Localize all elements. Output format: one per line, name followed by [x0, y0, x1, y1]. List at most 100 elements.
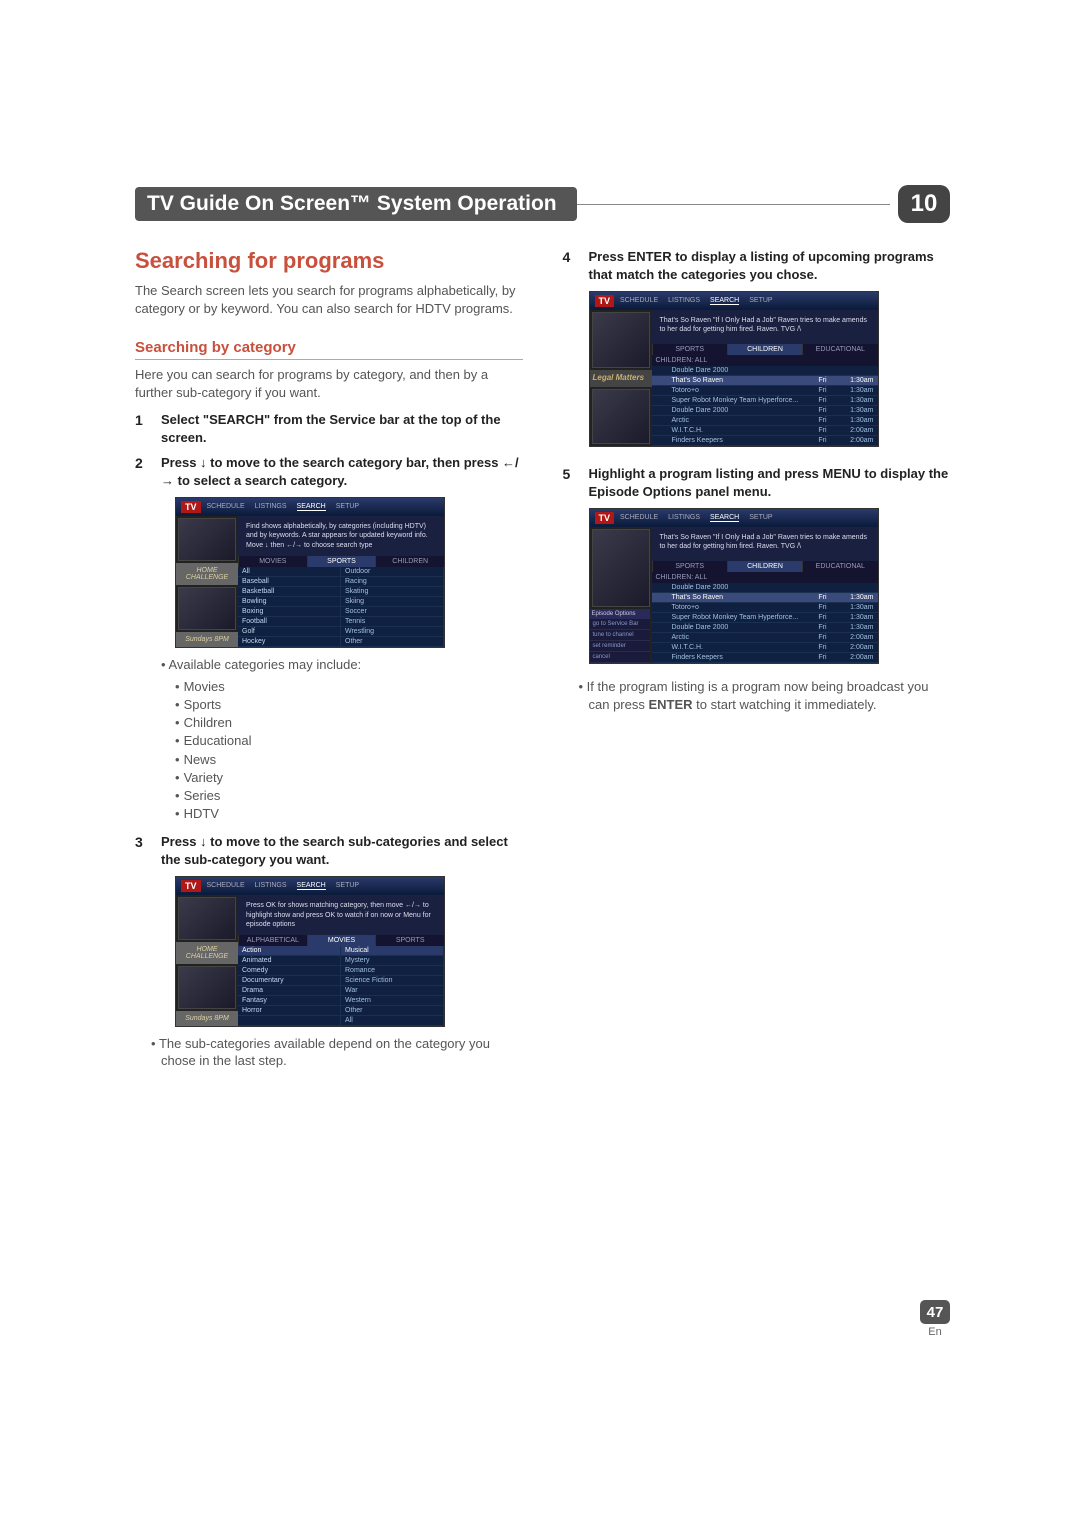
epop-item: go to Service Bar: [590, 619, 650, 630]
section-intro: The Search screen lets you search for pr…: [135, 282, 523, 317]
cell: All: [238, 567, 341, 576]
tab-schedule: SCHEDULE: [620, 297, 658, 305]
tab-setup: SETUP: [749, 514, 772, 522]
cat-children: CHILDREN: [727, 344, 802, 355]
promo-home-challenge: HOME CHALLENGE: [176, 563, 238, 585]
epop-item: cancel: [590, 652, 650, 663]
cell: Romance: [341, 966, 444, 975]
cat-sports: SPORTS: [307, 556, 376, 567]
step-5: Highlight a program listing and press ME…: [563, 465, 951, 500]
promo-thumb-2: [178, 587, 236, 630]
cat-item: Variety: [175, 769, 523, 787]
cat-children: CHILDREN: [375, 556, 444, 567]
cat-movies: MOVIES: [307, 935, 376, 946]
chapter-number-badge: 10: [898, 185, 950, 223]
cat-sports: SPORTS: [375, 935, 444, 946]
note-text-c: to start watching it immediately.: [693, 697, 877, 712]
step-2-text-a: Press: [161, 455, 200, 470]
list-header: CHILDREN: ALL: [652, 355, 878, 366]
page-number: 47: [920, 1300, 950, 1324]
cat-item: HDTV: [175, 805, 523, 823]
page-number-block: 47 En: [920, 1300, 950, 1338]
tab-listings: LISTINGS: [255, 882, 287, 890]
program-list: Double Dare 2000That's So RavenFri1:30am…: [652, 366, 878, 446]
cat-item: Educational: [175, 732, 523, 750]
step-3-text-a: Press: [161, 834, 200, 849]
cell: War: [341, 986, 444, 995]
info-panel: That's So Raven "If I Only Had a Job" Ra…: [652, 310, 878, 344]
list-row: Double Dare 2000Fri1:30am: [652, 623, 878, 633]
tab-listings: LISTINGS: [668, 514, 700, 522]
cat-educational: EDUCATIONAL: [802, 561, 877, 572]
cat-item: Sports: [175, 696, 523, 714]
step-3: Press ↓ to move to the search sub-catego…: [135, 833, 523, 868]
program-list: Double Dare 2000That's So RavenFri1:30am…: [652, 583, 878, 663]
cell: Racing: [341, 577, 444, 586]
promo-sundays: Sundays 8PM: [176, 632, 238, 647]
cat-alphabetical: ALPHABETICAL: [238, 935, 307, 946]
cell: Documentary: [238, 976, 341, 985]
header-rule: [577, 204, 890, 205]
tab-listings: LISTINGS: [668, 297, 700, 305]
subcat-note: The sub-categories available depend on t…: [151, 1035, 523, 1070]
info-panel: That's So Raven "If I Only Had a Job" Ra…: [652, 527, 878, 561]
cell: Musical: [341, 946, 444, 955]
cat-sports: SPORTS: [652, 344, 727, 355]
episode-options-title: Episode Options: [590, 609, 650, 619]
left-column: Searching for programs The Search screen…: [135, 248, 523, 1080]
cell: Other: [341, 1006, 444, 1015]
broadcast-note: If the program listing is a program now …: [579, 678, 951, 713]
list-row: Super Robot Monkey Team Hyperforce...Fri…: [652, 613, 878, 623]
promo-thumb-2: [178, 966, 236, 1009]
step-3-text-b: to move to the search sub-categories and…: [161, 834, 508, 867]
list-row: Finders KeepersFri2:00am: [652, 653, 878, 663]
cell: All: [341, 1016, 444, 1025]
list-row: ArcticFri1:30am: [652, 416, 878, 426]
list-header: CHILDREN: ALL: [652, 572, 878, 583]
list-row: W.I.T.C.H.Fri2:00am: [652, 426, 878, 436]
promo-legal-matters: Legal Matters: [590, 370, 652, 387]
cat-sports: SPORTS: [652, 561, 727, 572]
available-categories-block: • Available categories may include: Movi…: [161, 656, 523, 824]
list-row: Totoro+oFri1:30am: [652, 603, 878, 613]
cell: Basketball: [238, 587, 341, 596]
epop-item: set reminder: [590, 641, 650, 652]
cell: Horror: [238, 1006, 341, 1015]
episode-options-panel: Episode Options go to Service Bar tune t…: [590, 609, 650, 663]
cell: Soccer: [341, 607, 444, 616]
promo-thumb-2: [592, 389, 650, 445]
promo-thumb: [592, 529, 650, 607]
promo-thumb: [592, 312, 650, 368]
cell: Tennis: [341, 617, 444, 626]
screenshot-episode-options: TV SCHEDULE LISTINGS SEARCH SETUP Episod…: [589, 508, 879, 664]
cell: Action: [238, 946, 341, 955]
step-2-text-c: to select a search category.: [174, 473, 347, 488]
cell: Hockey: [238, 637, 341, 646]
cell: Western: [341, 996, 444, 1005]
cell: Comedy: [238, 966, 341, 975]
cell: Boxing: [238, 607, 341, 616]
list-row: Double Dare 2000Fri1:30am: [652, 406, 878, 416]
tab-schedule: SCHEDULE: [620, 514, 658, 522]
tab-search: SEARCH: [710, 297, 739, 305]
page-language: En: [920, 1326, 950, 1338]
tab-setup: SETUP: [336, 503, 359, 511]
screenshot-search-categories: TV SCHEDULE LISTINGS SEARCH SETUP HOME C…: [175, 497, 445, 647]
chapter-title: TV Guide On Screen™ System Operation: [135, 187, 577, 221]
right-column: Press ENTER to display a listing of upco…: [563, 248, 951, 1080]
cat-item: Series: [175, 787, 523, 805]
cell: Skiing: [341, 597, 444, 606]
tv-logo: TV: [595, 512, 615, 524]
tv-logo: TV: [181, 880, 201, 892]
epop-item: tune to channel: [590, 630, 650, 641]
list-row: Super Robot Monkey Team Hyperforce...Fri…: [652, 396, 878, 406]
list-row: Totoro+oFri1:30am: [652, 386, 878, 396]
screenshot-results-list: TV SCHEDULE LISTINGS SEARCH SETUP Legal …: [589, 291, 879, 447]
tv-logo: TV: [181, 501, 201, 513]
cell: [238, 1016, 341, 1025]
tab-setup: SETUP: [336, 882, 359, 890]
promo-home-challenge: HOME CHALLENGE: [176, 942, 238, 964]
cat-children: CHILDREN: [727, 561, 802, 572]
subsection-heading: Searching by category: [135, 339, 523, 360]
cat-item: Movies: [175, 678, 523, 696]
